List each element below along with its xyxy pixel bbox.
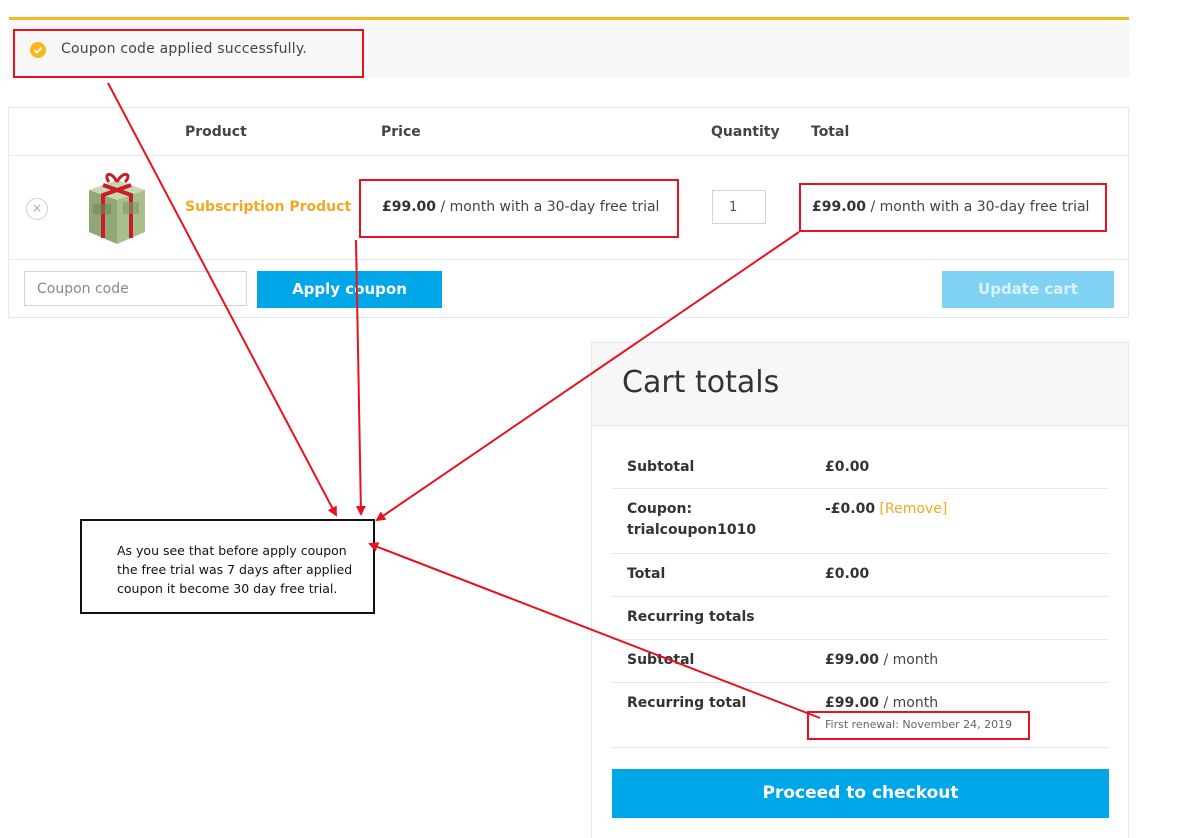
arrow-from-notice <box>107 82 337 517</box>
arrow-from-total <box>375 231 800 522</box>
annotation-arrows <box>107 82 821 719</box>
arrow-from-price <box>355 239 366 516</box>
arrow-from-renewal <box>368 542 821 719</box>
